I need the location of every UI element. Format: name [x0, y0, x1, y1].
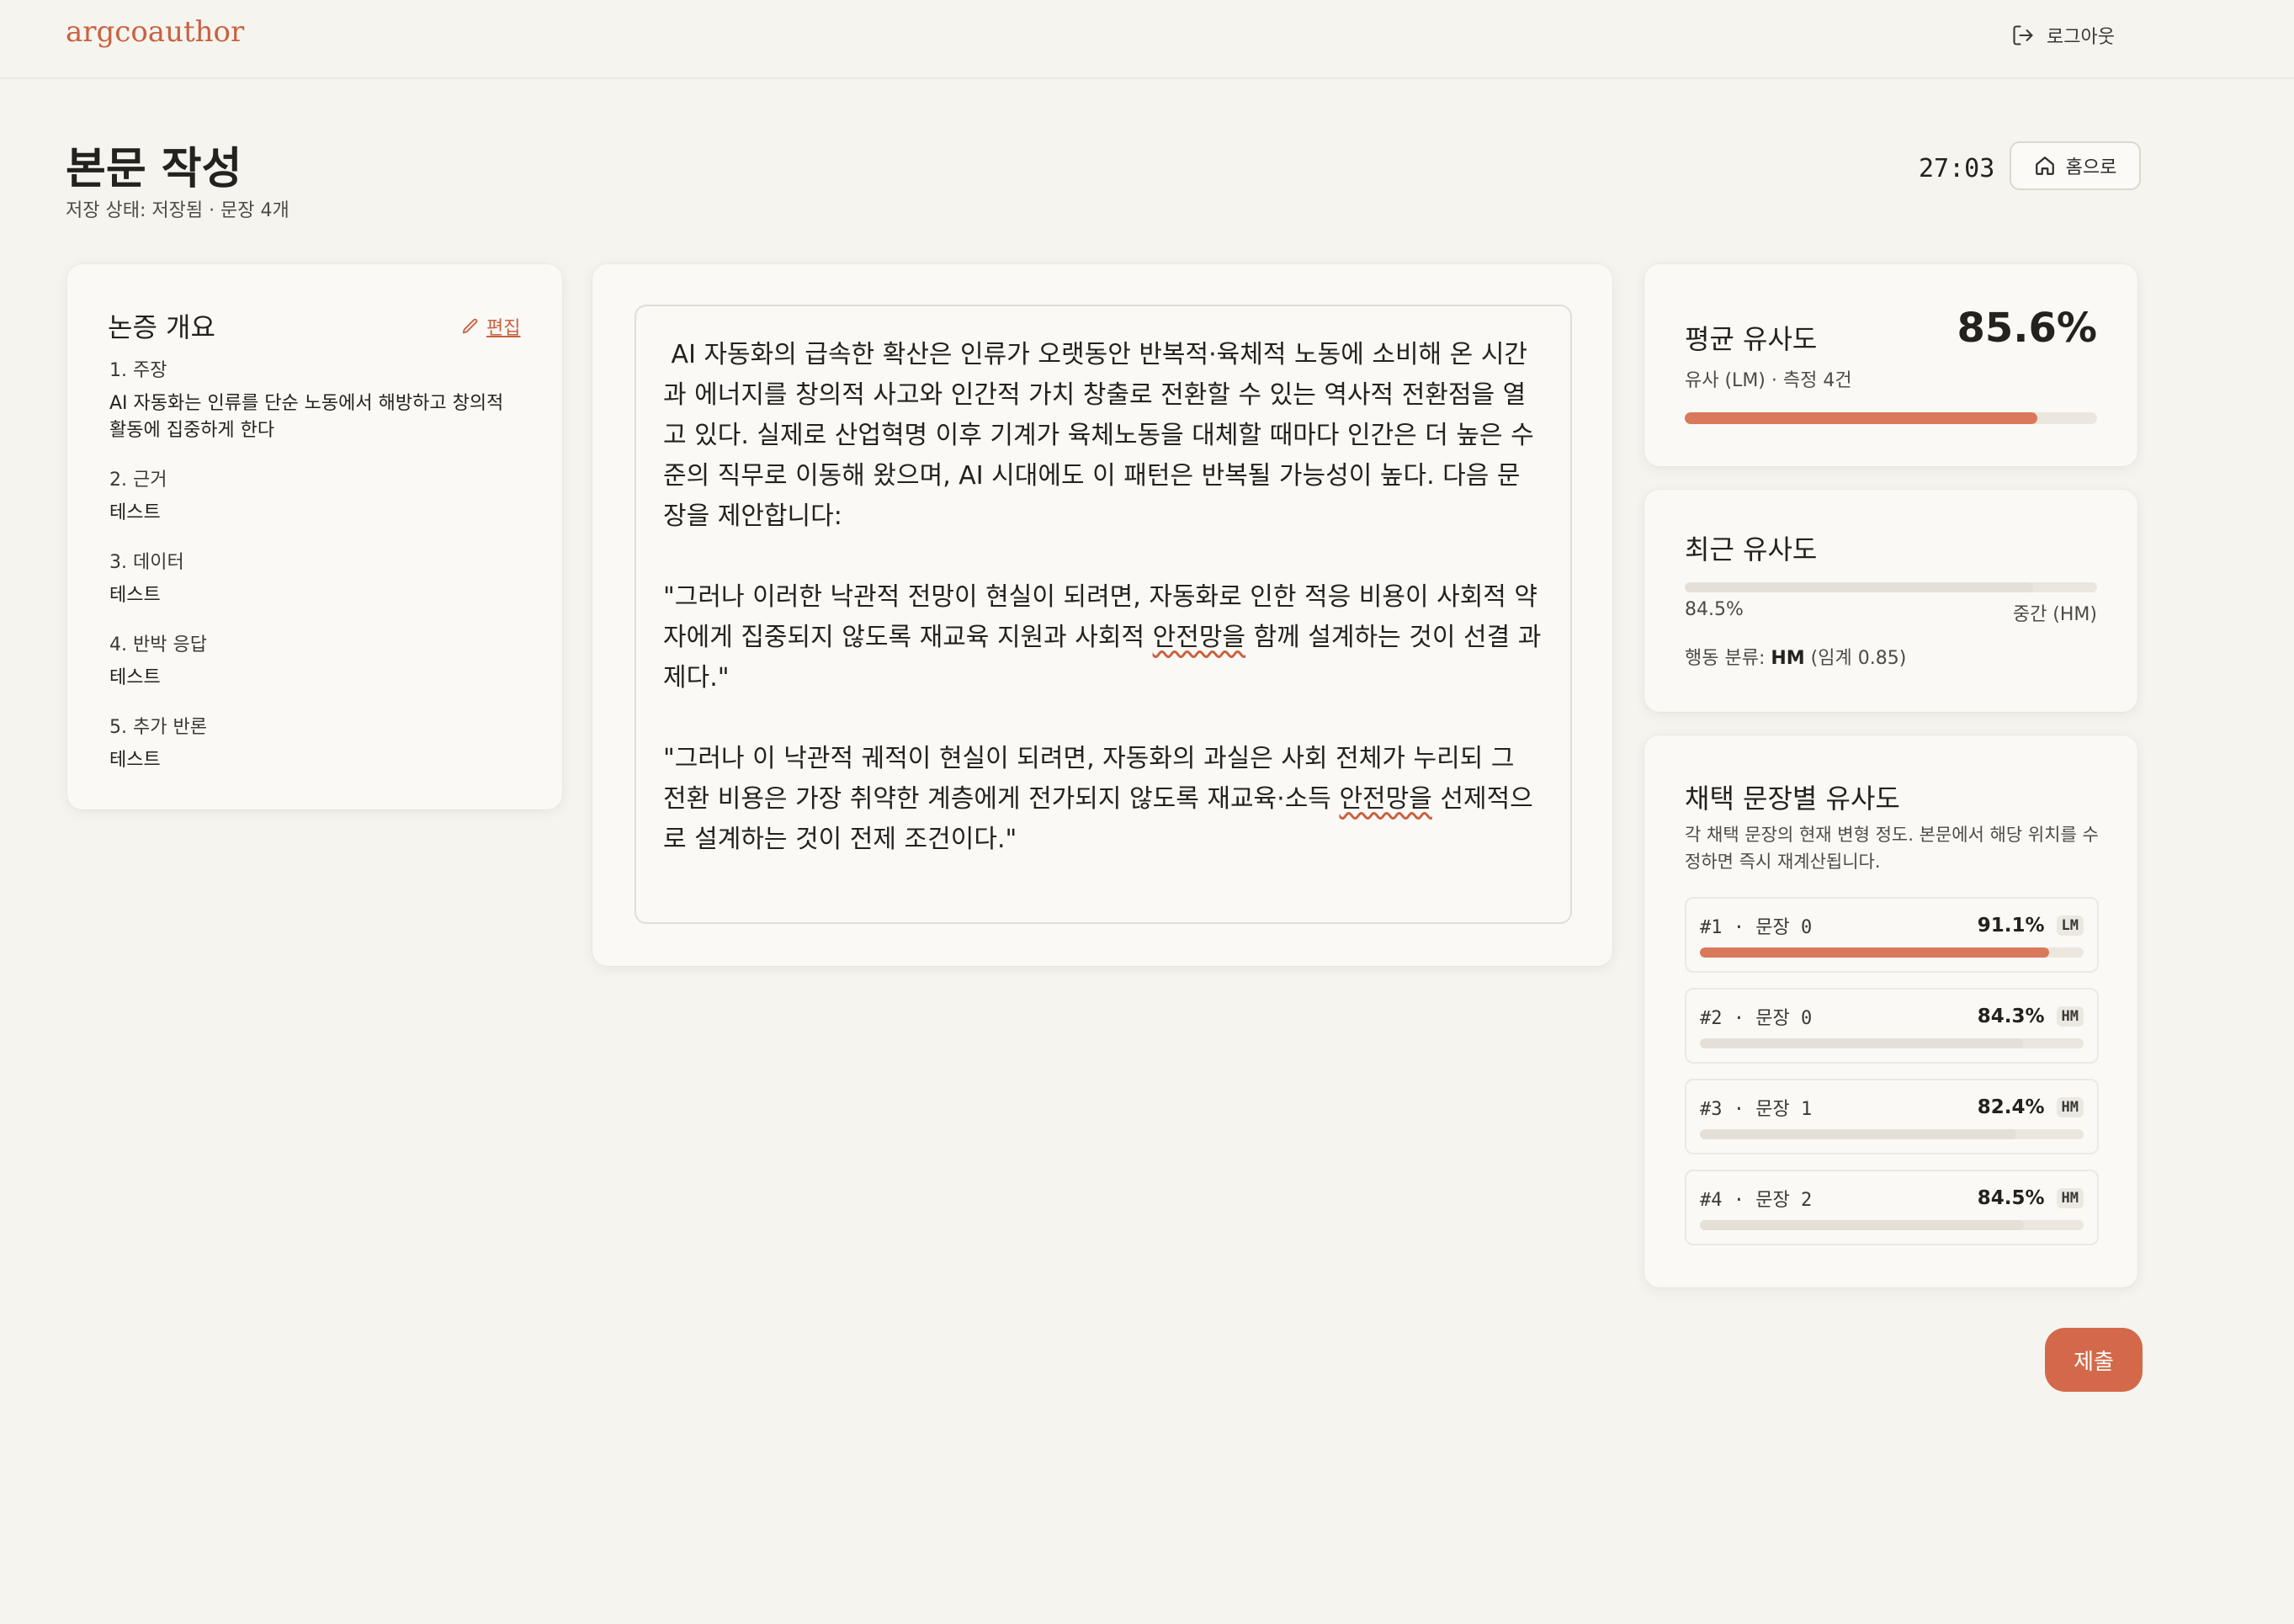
- logout-button[interactable]: 로그아웃: [2011, 19, 2115, 52]
- avg-similarity-bar: [1685, 412, 2097, 424]
- recent-similarity-bar: [1685, 582, 2097, 592]
- sentence-similarity: 82.4%: [1977, 1096, 2045, 1118]
- behavior-code: HM: [1771, 648, 1805, 669]
- editor-paragraph: "그러나 이 낙관적 궤적이 현실이 되려면, 자동화의 과실은 사회 전체가 …: [663, 739, 1543, 860]
- outline-item-label: 2. 근거: [109, 470, 167, 491]
- adopted-sentence-item[interactable]: #4 · 문장 2 84.5% HM: [1685, 1170, 2099, 1245]
- outline-list: 1. 주장 AI 자동화는 인류를 단순 노동에서 해방하고 창의적 활동에 집…: [109, 358, 530, 798]
- sentence-similarity-bar-fill: [1700, 947, 2050, 958]
- avg-similarity-value: 85.6%: [1957, 305, 2097, 352]
- adopted-description: 각 채택 문장의 현재 변형 정도. 본문에서 해당 위치를 수정하면 즉시 재…: [1685, 825, 2099, 872]
- home-button[interactable]: 홈으로: [2010, 141, 2141, 190]
- editor-paragraph: "그러나 이러한 낙관적 전망이 현실이 되려면, 자동화로 인한 적응 비용이…: [663, 577, 1543, 698]
- adopted-sentence-item[interactable]: #3 · 문장 1 82.4% HM: [1685, 1079, 2099, 1154]
- outline-item-data: 3. 데이터 테스트: [109, 550, 530, 609]
- sentence-similarity: 84.5%: [1977, 1187, 2045, 1209]
- avg-similarity-subtitle: 유사 (LM) · 측정 4건: [1685, 370, 1852, 391]
- outline-item-claim: 1. 주장 AI 자동화는 인류를 단순 노동에서 해방하고 창의적 활동에 집…: [109, 358, 530, 444]
- sentence-id: #4 · 문장 2: [1700, 1190, 1813, 1211]
- outline-item-label: 3. 데이터: [109, 552, 184, 573]
- recent-similarity-bar-fill: [1685, 582, 2034, 592]
- adopted-sentence-item[interactable]: #2 · 문장 0 84.3% HM: [1685, 988, 2099, 1064]
- sentence-similarity-bar: [1700, 1220, 2084, 1230]
- spellcheck-mark: 안전망을: [1152, 623, 1246, 652]
- sentence-id: #2 · 문장 0: [1700, 1008, 1813, 1029]
- behavior-classification: 행동 분류: HM (임계 0.85): [1685, 643, 1906, 670]
- outline-item-value: AI 자동화는 인류를 단순 노동에서 해방하고 창의적 활동에 집중하게 한다: [109, 393, 504, 441]
- average-similarity-card: 평균 유사도 85.6% 유사 (LM) · 측정 4건: [1644, 264, 2137, 466]
- recent-similarity-title: 최근 유사도: [1685, 533, 1818, 565]
- sentence-similarity-bar-fill: [1700, 1129, 2016, 1139]
- avg-similarity-title: 평균 유사도: [1685, 323, 1818, 355]
- logout-label: 로그아웃: [2047, 27, 2115, 48]
- outline-item-rebuttal: 4. 반박 응답 테스트: [109, 633, 530, 692]
- outline-item-value: 테스트: [109, 502, 161, 523]
- recent-similarity-card: 최근 유사도 84.5% 중간 (HM) 행동 분류: HM (임계 0.85): [1644, 490, 2137, 712]
- sentence-similarity-bar: [1700, 1129, 2084, 1139]
- page-title: 본문 작성: [66, 143, 242, 194]
- logout-icon: [2013, 25, 2033, 45]
- sentence-similarity-bar: [1700, 1038, 2084, 1048]
- outline-item-label: 4. 반박 응답: [109, 634, 207, 655]
- argument-outline-card: 논증 개요 편집 1. 주장 AI 자동화는 인류를 단순 노동에서 해방하고 …: [67, 264, 562, 809]
- outline-item-value: 테스트: [109, 585, 161, 606]
- pencil-icon: [462, 318, 478, 334]
- outline-item-counter: 5. 추가 반론 테스트: [109, 715, 530, 774]
- outline-item-grounds: 2. 근거 테스트: [109, 468, 530, 527]
- outline-edit-link[interactable]: 편집: [461, 313, 520, 340]
- editor-card: AI 자동화의 급속한 확산은 인류가 오랫동안 반복적·육체적 노동에 소비해…: [592, 264, 1612, 966]
- adopted-sentences-card: 채택 문장별 유사도 각 채택 문장의 현재 변형 정도. 본문에서 해당 위치…: [1644, 735, 2137, 1287]
- outline-item-value: 테스트: [109, 667, 161, 688]
- sentence-badge: HM: [2056, 1097, 2084, 1117]
- recent-similarity-level: 중간 (HM): [2012, 604, 2097, 625]
- timer: 27:03: [1919, 154, 1995, 183]
- sentence-similarity: 84.3%: [1977, 1006, 2045, 1027]
- sentence-badge: HM: [2056, 1188, 2084, 1208]
- outline-title: 논증 개요: [108, 311, 215, 343]
- spellcheck-mark: 안전망을: [1339, 784, 1432, 814]
- body-text-editor[interactable]: AI 자동화의 급속한 확산은 인류가 오랫동안 반복적·육체적 노동에 소비해…: [635, 305, 1572, 924]
- sentence-badge: HM: [2056, 1006, 2084, 1027]
- top-bar: argcoauthor 로그아웃: [0, 0, 2294, 79]
- sentence-similarity-bar-fill: [1700, 1038, 2024, 1048]
- behavior-prefix: 행동 분류:: [1685, 648, 1771, 669]
- outline-item-value: 테스트: [109, 750, 161, 771]
- home-icon: [2035, 157, 2054, 175]
- adopted-title: 채택 문장별 유사도: [1685, 783, 1900, 815]
- save-status: 저장 상태: 저장됨 · 문장 4개: [66, 200, 289, 221]
- sentence-similarity: 91.1%: [1977, 915, 2045, 937]
- home-label: 홈으로: [2065, 157, 2117, 178]
- sentence-similarity-bar-fill: [1700, 1220, 2025, 1230]
- outline-item-label: 1. 주장: [109, 360, 167, 381]
- behavior-threshold: (임계 0.85): [1804, 648, 1907, 669]
- sentence-id: #1 · 문장 0: [1700, 917, 1813, 938]
- submit-button[interactable]: 제출: [2045, 1328, 2143, 1392]
- adopted-sentence-item[interactable]: #1 · 문장 0 91.1% LM: [1685, 897, 2099, 973]
- avg-similarity-bar-fill: [1685, 412, 2038, 424]
- sentence-id: #3 · 문장 1: [1700, 1099, 1813, 1120]
- recent-similarity-value: 84.5%: [1685, 599, 1744, 620]
- editor-paragraph: AI 자동화의 급속한 확산은 인류가 오랫동안 반복적·육체적 노동에 소비해…: [663, 340, 1534, 531]
- outline-item-label: 5. 추가 반론: [109, 717, 207, 738]
- sentence-badge: LM: [2056, 915, 2084, 936]
- edit-label: 편집: [486, 318, 521, 339]
- brand-logo[interactable]: argcoauthor: [66, 15, 244, 49]
- recent-similarity-row: 84.5% 중간 (HM): [1685, 599, 2097, 626]
- sentence-similarity-bar: [1700, 947, 2084, 958]
